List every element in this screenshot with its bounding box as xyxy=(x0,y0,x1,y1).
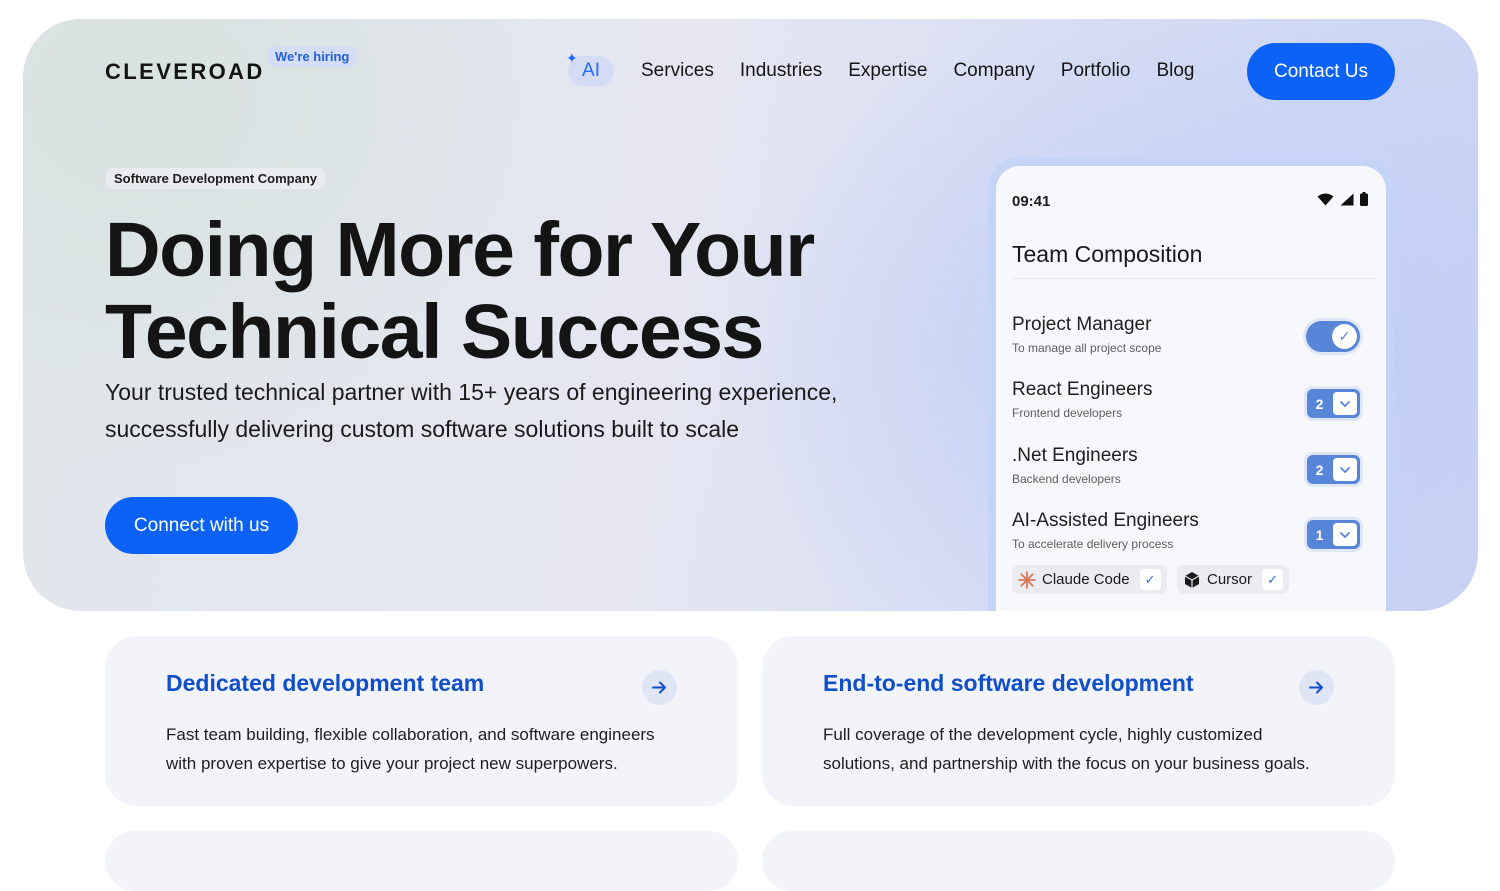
service-card-dedicated-team[interactable]: Dedicated development team Fast team bui… xyxy=(105,636,738,806)
tool-name: Cursor xyxy=(1207,571,1253,588)
arrow-right-icon[interactable] xyxy=(1299,670,1334,705)
chevron-down-icon[interactable] xyxy=(1333,523,1357,546)
logo[interactable]: CLEVEROAD xyxy=(105,59,265,85)
subline-line-1: Your trusted technical partner with 15+ … xyxy=(105,379,838,405)
nav-item-company[interactable]: Company xyxy=(953,60,1034,82)
role-subtitle: To accelerate delivery process xyxy=(1012,537,1174,551)
service-card-end-to-end[interactable]: End-to-end software development Full cov… xyxy=(762,636,1395,806)
check-icon[interactable]: ✓ xyxy=(1262,569,1284,590)
nav-item-services[interactable]: Services xyxy=(641,60,714,82)
count-value: 2 xyxy=(1315,395,1324,412)
card-description: Fast team building, flexible collaborati… xyxy=(166,720,686,778)
role-row-net-engineers: .Net Engineers Backend developers 2 xyxy=(1012,445,1370,493)
card-title[interactable]: End-to-end software development xyxy=(823,670,1194,697)
arrow-right-icon[interactable] xyxy=(642,670,677,705)
project-manager-toggle[interactable]: ✓ xyxy=(1306,321,1360,352)
count-value: 1 xyxy=(1315,526,1324,543)
hero-subline: Your trusted technical partner with 15+ … xyxy=(105,374,925,448)
react-engineers-count-select[interactable]: 2 xyxy=(1307,389,1360,418)
chevron-down-icon[interactable] xyxy=(1333,392,1357,415)
sparkle-icon: ✦ xyxy=(566,50,578,66)
service-card-peek[interactable] xyxy=(105,831,738,891)
nav-item-blog[interactable]: Blog xyxy=(1156,60,1194,82)
contact-us-button[interactable]: Contact Us xyxy=(1247,43,1395,100)
role-title: AI-Assisted Engineers xyxy=(1012,510,1199,531)
hiring-badge[interactable]: We're hiring xyxy=(267,46,358,67)
role-row-ai-assisted-engineers: AI-Assisted Engineers To accelerate deli… xyxy=(1012,510,1370,558)
role-row-react-engineers: React Engineers Frontend developers 2 xyxy=(1012,379,1370,427)
signal-icon xyxy=(1340,193,1354,205)
card-text-line-1: Full coverage of the development cycle, … xyxy=(823,725,1263,744)
role-subtitle: Frontend developers xyxy=(1012,406,1123,420)
card-text-line-2: solutions, and partnership with the focu… xyxy=(823,754,1310,773)
title-divider xyxy=(1012,278,1376,279)
role-row-project-manager: Project Manager To manage all project sc… xyxy=(1012,314,1370,362)
chevron-down-icon[interactable] xyxy=(1333,458,1357,481)
role-title: React Engineers xyxy=(1012,379,1153,400)
role-subtitle: To manage all project scope xyxy=(1012,341,1162,355)
role-subtitle: Backend developers xyxy=(1012,472,1121,486)
tool-name: Claude Code xyxy=(1042,571,1130,588)
service-card-peek[interactable] xyxy=(762,831,1395,891)
subline-line-2: successfully delivering custom software … xyxy=(105,416,740,442)
main-nav: ✦ AI Services Industries Expertise Compa… xyxy=(566,50,1221,91)
phone-screen: 09:41 Team Composition Project Manager T… xyxy=(996,166,1386,611)
status-icons xyxy=(1317,192,1368,206)
ai-engineers-count-select[interactable]: 1 xyxy=(1307,520,1360,549)
count-value: 2 xyxy=(1315,461,1324,478)
wifi-icon xyxy=(1317,193,1334,205)
check-icon[interactable]: ✓ xyxy=(1139,569,1161,590)
team-composition-title: Team Composition xyxy=(1012,241,1203,267)
headline-line-1: Doing More for Your xyxy=(105,207,815,293)
tool-cursor[interactable]: Cursor ✓ xyxy=(1177,565,1290,594)
nav-item-expertise[interactable]: Expertise xyxy=(848,60,927,82)
connect-with-us-button[interactable]: Connect with us xyxy=(105,497,298,554)
net-engineers-count-select[interactable]: 2 xyxy=(1307,455,1360,484)
hero-headline: Doing More for Your Technical Success xyxy=(105,207,815,375)
check-icon: ✓ xyxy=(1332,324,1357,349)
nav-ai-label: AI xyxy=(582,60,600,81)
hero-eyebrow: Software Development Company xyxy=(106,168,325,189)
role-title: Project Manager xyxy=(1012,314,1152,335)
battery-icon xyxy=(1360,192,1368,206)
role-title: .Net Engineers xyxy=(1012,445,1138,466)
hero-section: CLEVEROAD We're hiring ✦ AI Services Ind… xyxy=(23,19,1478,611)
nav-item-portfolio[interactable]: Portfolio xyxy=(1061,60,1131,82)
claude-icon xyxy=(1018,570,1036,589)
card-description: Full coverage of the development cycle, … xyxy=(823,720,1343,778)
tool-claude-code[interactable]: Claude Code ✓ xyxy=(1012,565,1167,594)
status-time: 09:41 xyxy=(1012,193,1051,210)
headline-line-2: Technical Success xyxy=(105,289,764,375)
card-text-line-1: Fast team building, flexible collaborati… xyxy=(166,725,655,744)
phone-mockup: 09:41 Team Composition Project Manager T… xyxy=(988,158,1394,611)
card-text-line-2: with proven expertise to give your proje… xyxy=(166,754,618,773)
card-title[interactable]: Dedicated development team xyxy=(166,670,484,697)
nav-item-ai[interactable]: ✦ AI xyxy=(566,50,614,86)
nav-item-industries[interactable]: Industries xyxy=(740,60,822,82)
cursor-icon xyxy=(1184,571,1200,588)
